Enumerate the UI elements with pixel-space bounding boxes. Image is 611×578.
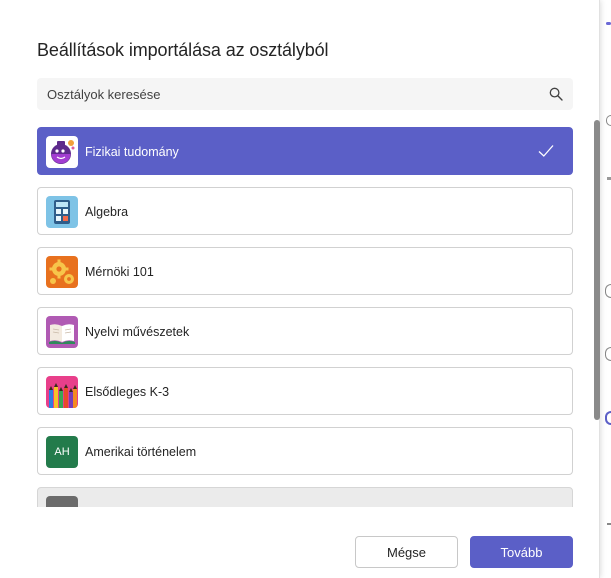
checkmark-icon [538,145,554,157]
class-card-fizikai-tudomany[interactable]: Fizikai tudomány [37,127,573,175]
background-mark [607,523,611,525]
next-button[interactable]: Tovább [470,536,573,568]
class-list: Fizikai tudomány Algebra Mérnöki 101 Nye… [37,127,573,507]
import-settings-dialog: Beállítások importálása az osztályból Os… [0,0,600,578]
colored-pencils-icon [46,376,78,408]
class-card-mernoki-101[interactable]: Mérnöki 101 [37,247,573,295]
science-flask-icon [46,136,78,168]
class-label: Elsődleges K-3 [85,385,170,399]
class-card-algebra[interactable]: Algebra [37,187,573,235]
class-icon [46,496,78,507]
class-card-amerikai-tortenelem[interactable]: AH Amerikai történelem [37,427,573,475]
background-mark [605,411,611,425]
class-label: Mérnöki 101 [85,265,154,279]
class-search-box[interactable] [37,78,573,110]
background-mark [605,347,611,361]
search-icon[interactable] [549,87,563,101]
class-label: Algebra [85,205,129,219]
search-input[interactable] [37,78,537,110]
class-card-nyelvi-muveszetek[interactable]: Nyelvi művészetek [37,307,573,355]
background-mark [607,177,611,180]
list-scrollbar[interactable] [594,120,600,420]
cancel-button[interactable]: Mégse [355,536,458,568]
initials-avatar: AH [46,436,78,468]
class-label: Amerikai történelem [85,445,197,459]
calculator-icon [46,196,78,228]
open-book-icon [46,316,78,348]
background-mark [606,115,611,126]
gears-icon [46,256,78,288]
class-card-partial[interactable] [37,487,573,507]
background-mark [606,22,611,25]
class-card-elsodleges-k3[interactable]: Elsődleges K-3 [37,367,573,415]
class-label: Fizikai tudomány [85,145,179,159]
class-label: Nyelvi művészetek [85,325,190,339]
dialog-title: Beállítások importálása az osztályból [37,40,329,60]
avatar-initials: AH [54,446,70,458]
background-mark [605,284,611,298]
